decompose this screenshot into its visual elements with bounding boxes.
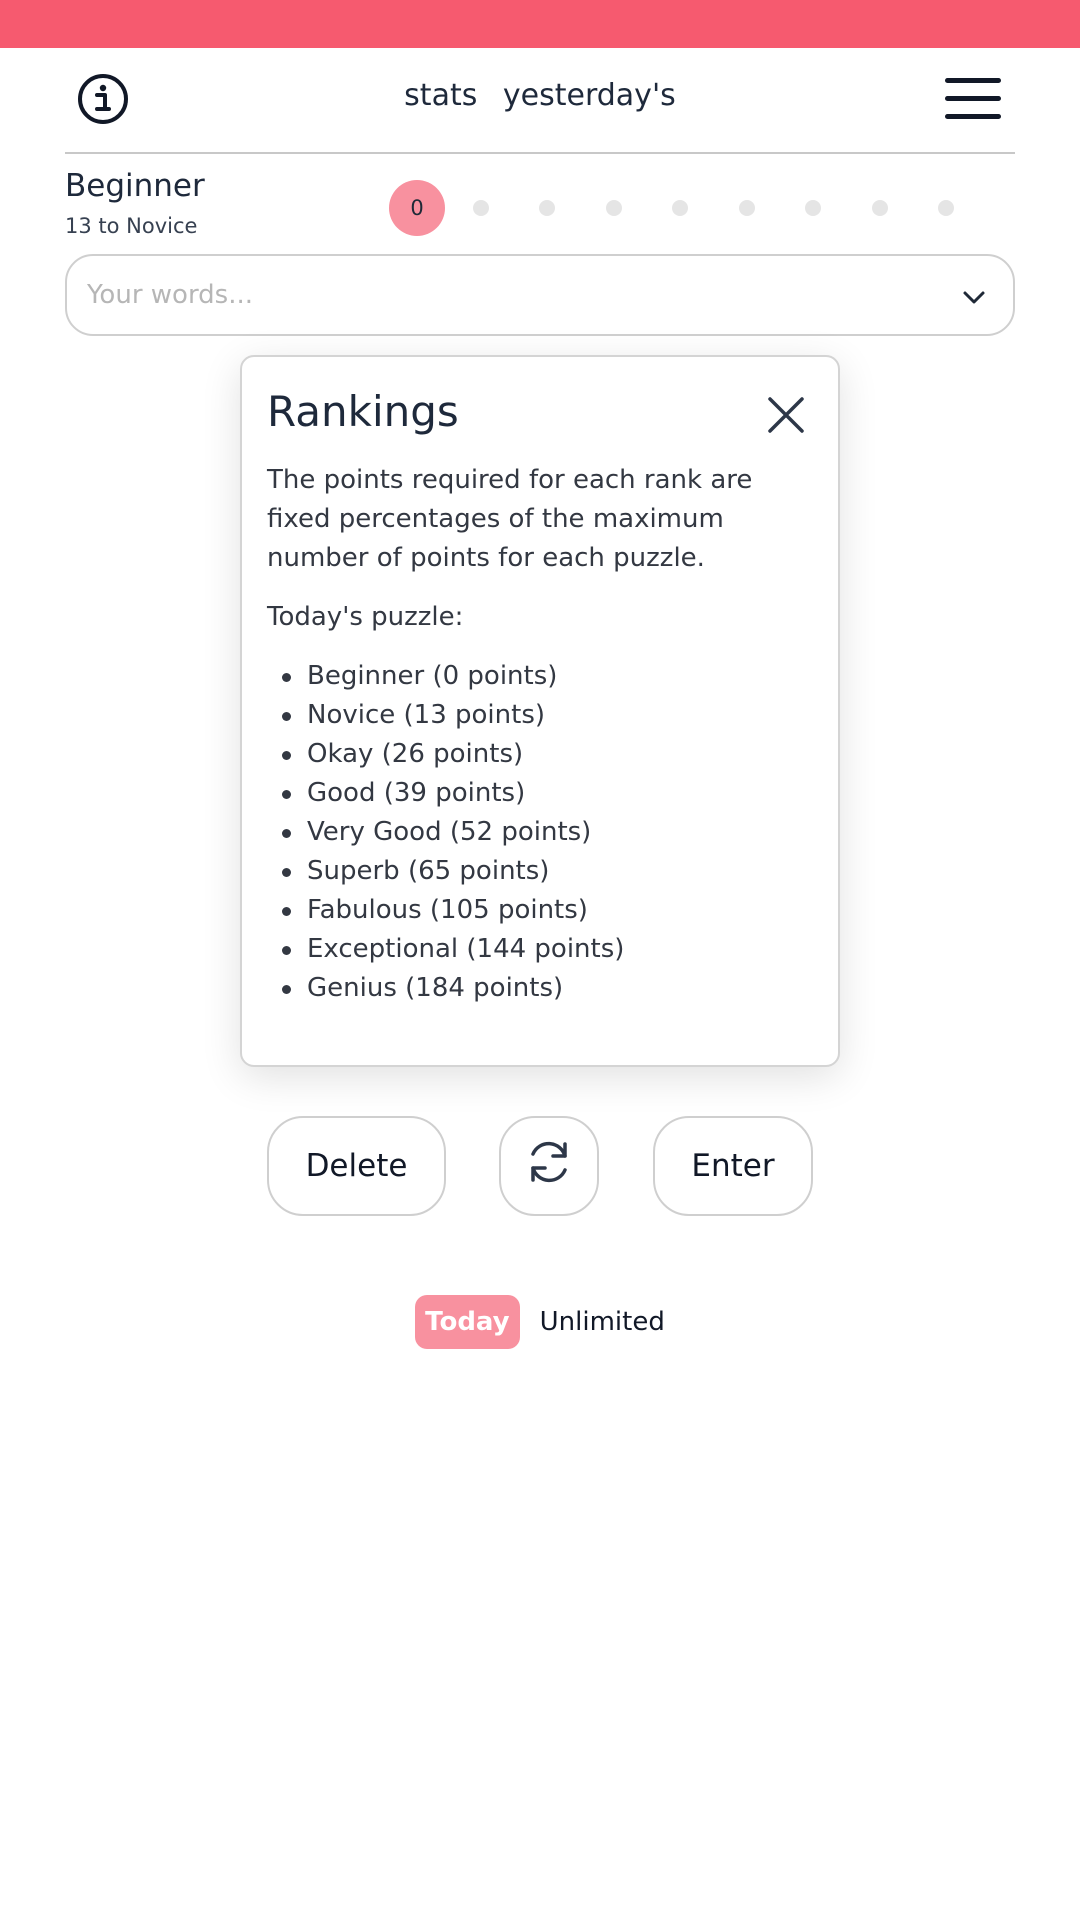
current-rank: Beginner — [65, 168, 205, 204]
rank-list-item: Superb (65 points) — [282, 852, 808, 891]
modal-body: The points required for each rank are fi… — [267, 461, 808, 1008]
header-nav: stats yesterday's — [65, 78, 1015, 113]
stats-link[interactable]: stats — [404, 78, 477, 113]
progress-step-dot — [872, 200, 888, 216]
progress-step-dot — [739, 200, 755, 216]
refresh-icon — [523, 1136, 575, 1196]
delete-button[interactable]: Delete — [267, 1116, 446, 1216]
top-accent-bar — [0, 0, 1080, 48]
rank-list-item: Good (39 points) — [282, 774, 808, 813]
enter-button[interactable]: Enter — [653, 1116, 813, 1216]
tab-unlimited[interactable]: Unlimited — [540, 1307, 665, 1337]
rankings-subheading: Today's puzzle: — [267, 602, 464, 632]
score-badge: 0 — [389, 180, 445, 236]
hamburger-menu-icon[interactable] — [945, 78, 1001, 120]
tab-today[interactable]: Today — [415, 1295, 520, 1349]
rank-list-item: Okay (26 points) — [282, 735, 808, 774]
rank-list-item: Novice (13 points) — [282, 696, 808, 735]
rank-list-item: Genius (184 points) — [282, 969, 808, 1008]
yesterdays-link[interactable]: yesterday's — [503, 78, 676, 113]
progress-step-dot — [805, 200, 821, 216]
progress-step-dot — [606, 200, 622, 216]
words-placeholder: Your words... — [87, 280, 254, 310]
modal-title: Rankings — [267, 387, 459, 436]
next-rank-hint: 13 to Novice — [65, 214, 198, 238]
progress-step-dot — [473, 200, 489, 216]
shuffle-button[interactable] — [499, 1116, 599, 1216]
progress-step-dot — [672, 200, 688, 216]
header: stats yesterday's — [65, 48, 1015, 154]
rank-list-item: Beginner (0 points) — [282, 657, 808, 696]
rank-list-item: Exceptional (144 points) — [282, 930, 808, 969]
mode-tabs: Today Unlimited — [0, 1295, 1080, 1349]
progress-step-dot — [938, 200, 954, 216]
chevron-down-icon — [959, 282, 989, 312]
rank-list: Beginner (0 points) Novice (13 points) O… — [267, 657, 808, 1008]
rank-list-item: Very Good (52 points) — [282, 813, 808, 852]
rank-progress[interactable]: 0 — [389, 180, 959, 236]
close-icon[interactable] — [766, 395, 806, 435]
rank-list-item: Fabulous (105 points) — [282, 891, 808, 930]
progress-step-dot — [539, 200, 555, 216]
found-words-dropdown[interactable]: Your words... — [65, 254, 1015, 336]
rankings-description: The points required for each rank are fi… — [267, 465, 753, 573]
rankings-modal: Rankings The points required for each ra… — [240, 355, 840, 1067]
